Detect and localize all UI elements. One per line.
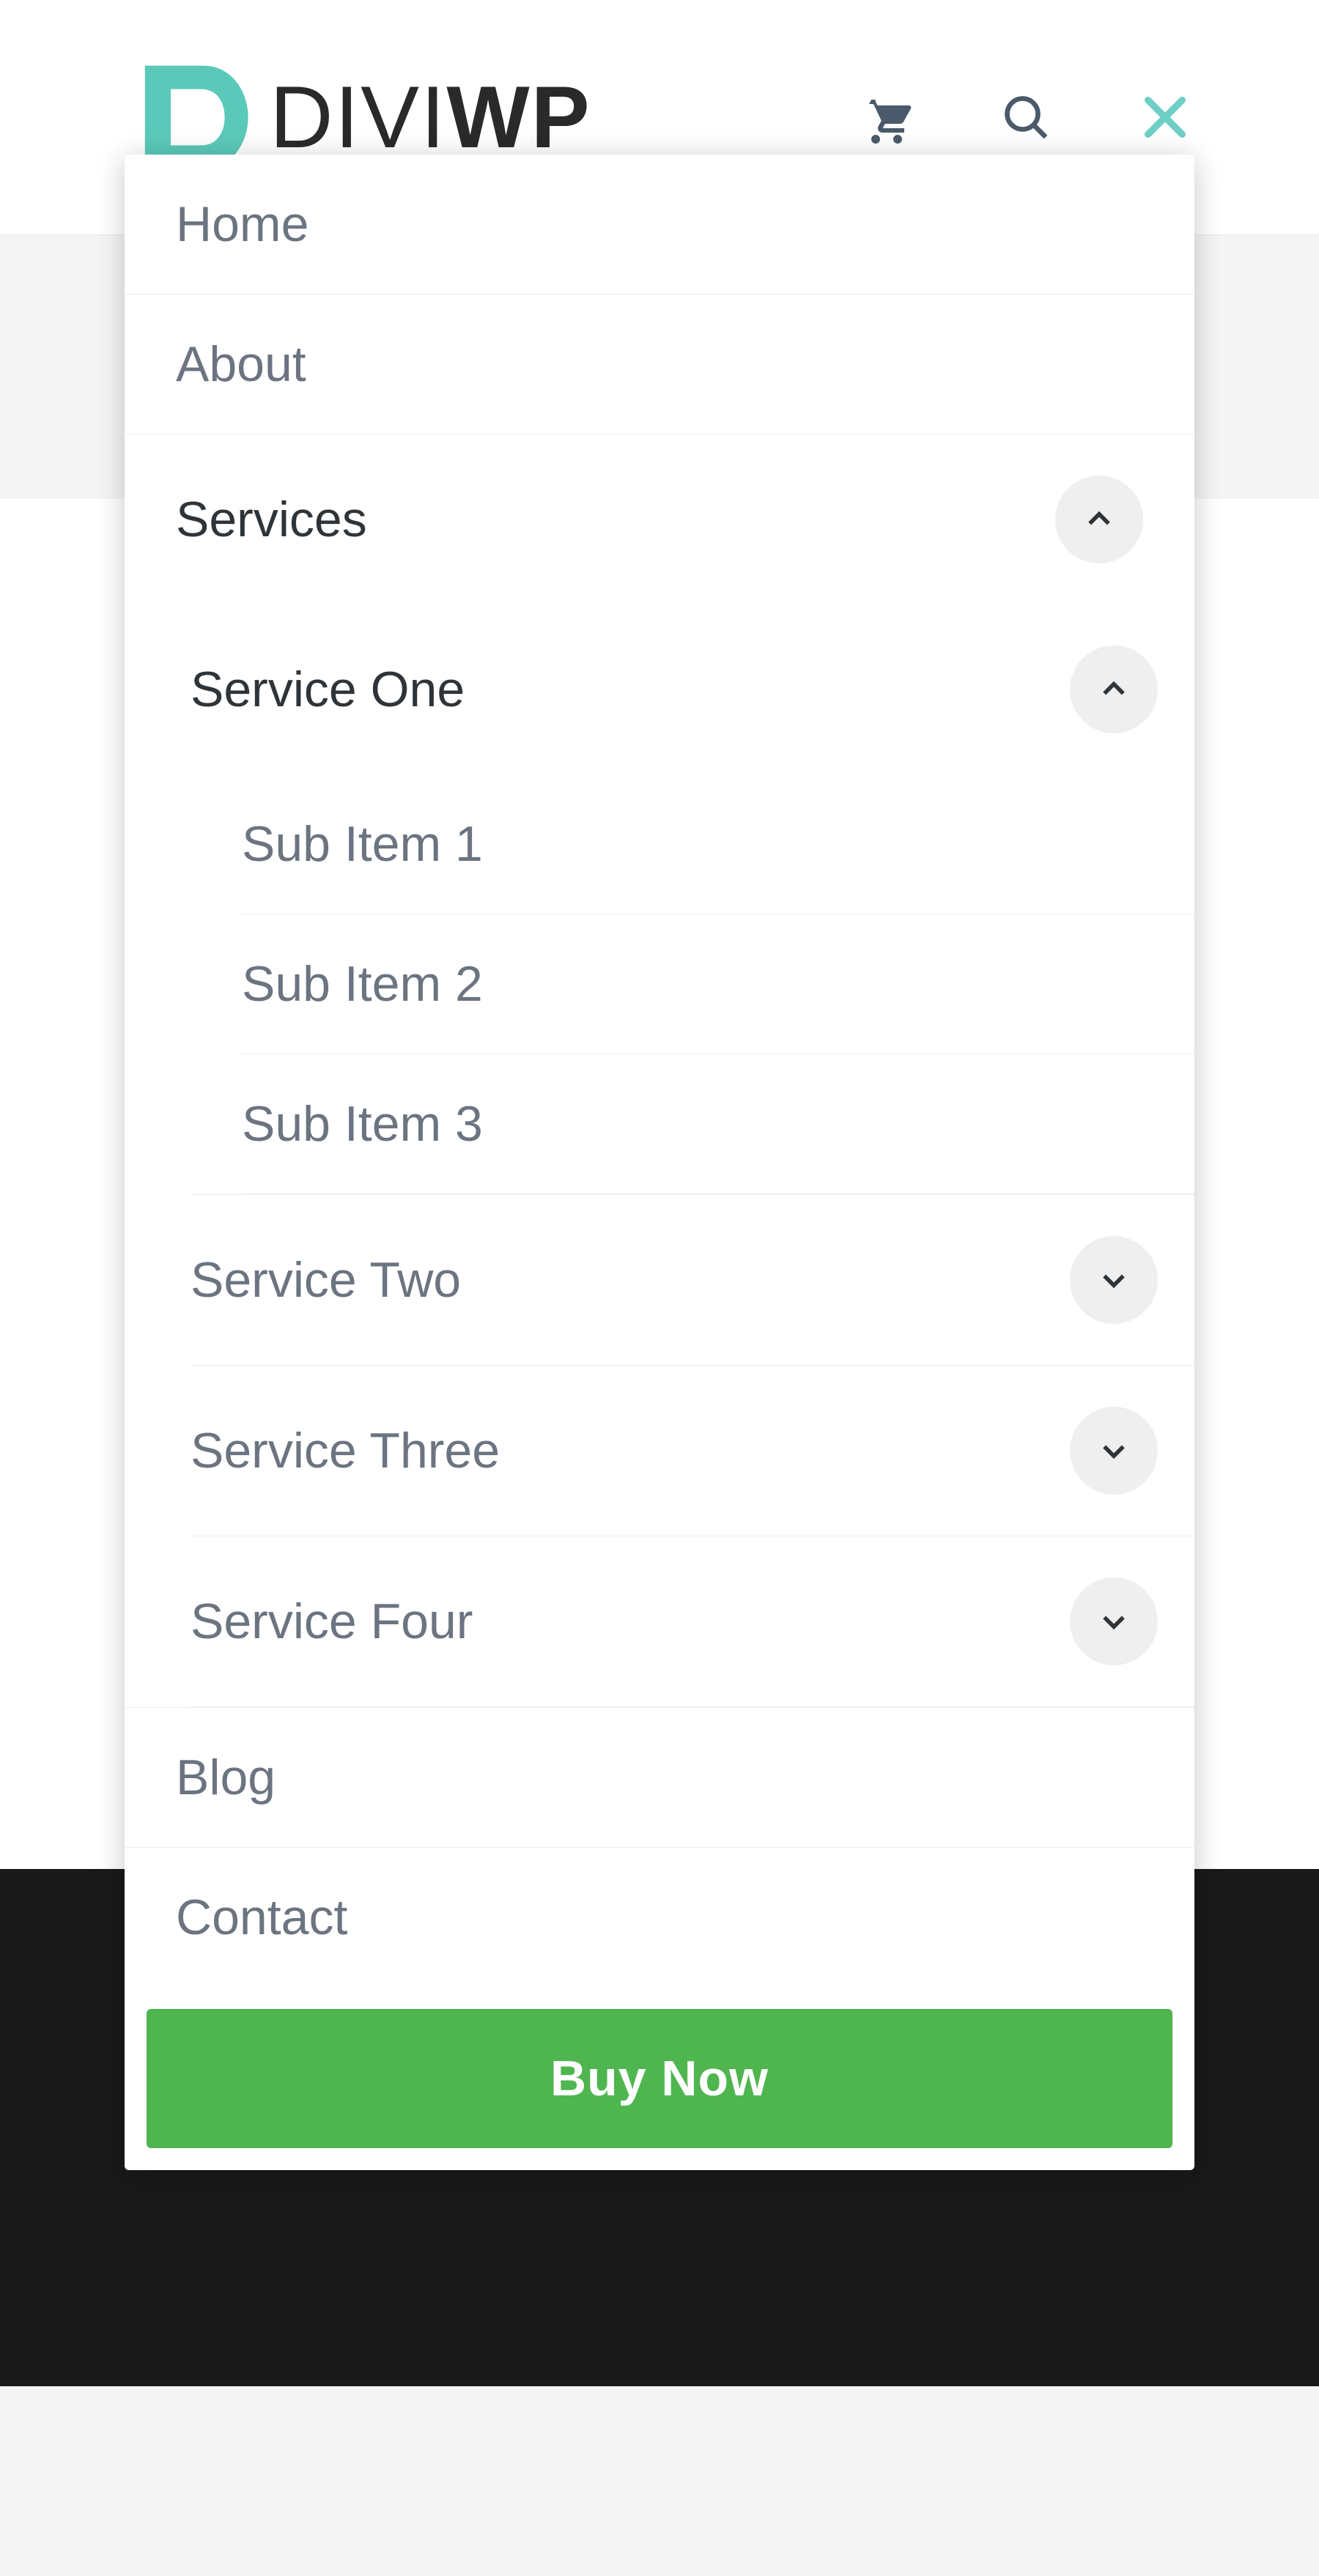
nav-item-service-four[interactable]: Service Four xyxy=(191,1536,1194,1706)
nav-label: Services xyxy=(176,491,367,548)
nav-submenu-service-one: Sub Item 1 Sub Item 2 xyxy=(191,774,1194,1194)
nav-item-sub-1[interactable]: Sub Item 1 xyxy=(242,774,1194,914)
nav-submenu-services: Service One Sub Item 1 xyxy=(125,604,1194,1707)
nav-label: Service Four xyxy=(191,1593,473,1650)
chevron-down-icon[interactable] xyxy=(1070,1407,1158,1495)
nav-label: Sub Item 1 xyxy=(242,815,483,873)
chevron-up-icon[interactable] xyxy=(1055,475,1143,563)
brand-wordmark: DIVIWP xyxy=(270,67,591,168)
nav-label: Sub Item 2 xyxy=(242,955,483,1013)
nav-item-home[interactable]: Home xyxy=(125,155,1194,294)
chevron-down-icon[interactable] xyxy=(1070,1577,1158,1665)
header-actions xyxy=(857,88,1194,147)
nav-label: Blog xyxy=(176,1749,276,1806)
cart-icon[interactable] xyxy=(857,88,916,147)
chevron-down-icon[interactable] xyxy=(1070,1236,1158,1324)
nav-item-sub-3[interactable]: Sub Item 3 xyxy=(242,1054,1194,1193)
nav-label: Sub Item 3 xyxy=(242,1095,483,1152)
nav-item-service-three[interactable]: Service Three xyxy=(191,1366,1194,1536)
nav-label: Contact xyxy=(176,1889,347,1946)
mobile-nav-menu: Home About Services xyxy=(125,155,1194,2170)
nav-label: Home xyxy=(176,196,308,253)
nav-label: Service Three xyxy=(191,1422,500,1479)
nav-item-contact[interactable]: Contact xyxy=(125,1848,1194,1987)
nav-item-sub-2[interactable]: Sub Item 2 xyxy=(242,914,1194,1054)
nav-item-about[interactable]: About xyxy=(125,295,1194,434)
brand-name-part1: DIVI xyxy=(270,67,446,168)
nav-item-blog[interactable]: Blog xyxy=(125,1708,1194,1847)
buy-now-button[interactable]: Buy Now xyxy=(147,2009,1172,2148)
search-icon[interactable] xyxy=(997,88,1055,147)
nav-item-service-one[interactable]: Service One xyxy=(191,604,1194,774)
close-icon[interactable] xyxy=(1136,88,1194,147)
nav-label: About xyxy=(176,336,306,393)
nav-label: Service Two xyxy=(191,1251,461,1309)
brand-name-part2: WP xyxy=(446,67,591,168)
nav-label: Service One xyxy=(191,661,465,718)
nav-item-service-two[interactable]: Service Two xyxy=(191,1195,1194,1365)
nav-item-services[interactable]: Services xyxy=(125,434,1194,604)
chevron-up-icon[interactable] xyxy=(1070,645,1158,733)
